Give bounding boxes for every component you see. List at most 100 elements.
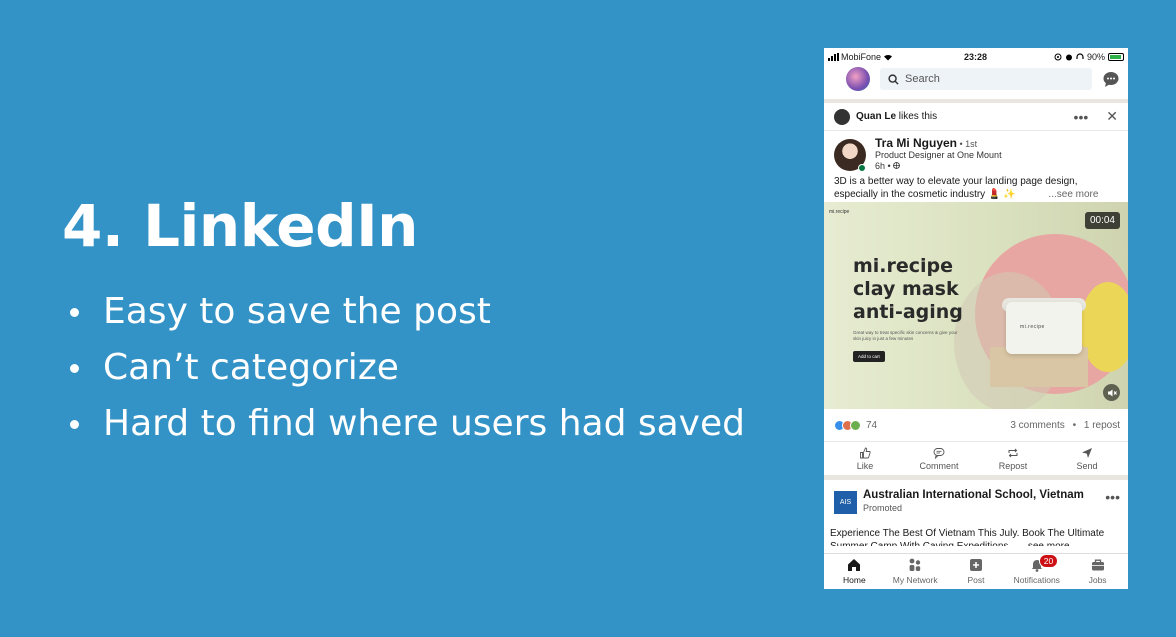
nav-notifications[interactable]: 20 Notifications [1007, 554, 1067, 585]
phone-screenshot: MobiFone 23:28 90% Search Quan Le likes … [824, 48, 1128, 589]
promo-text: Experience The Best Of Vietnam This July… [830, 528, 1105, 546]
location-icon [1054, 53, 1062, 60]
author-name[interactable]: Tra Mi Nguyen [875, 136, 957, 150]
ad-headline-line: mi.recipe [853, 255, 954, 277]
carrier-label: MobiFone [841, 51, 882, 62]
bullet-text: Easy to save the post [103, 291, 491, 332]
send-label: Send [1076, 460, 1098, 471]
send-button[interactable]: Send [1057, 447, 1117, 471]
status-bar: MobiFone 23:28 90% [824, 48, 1128, 65]
post-actions: Like Comment Repost Send [824, 441, 1128, 475]
briefcase-icon [1091, 559, 1104, 571]
nav-post[interactable]: Post [946, 557, 1006, 585]
search-input[interactable]: Search [880, 68, 1092, 90]
comment-label: Comment [919, 460, 959, 471]
author-headline: Product Designer at One Mount [875, 150, 1002, 160]
comments-count[interactable]: 3 comments [1010, 420, 1064, 431]
home-icon [848, 559, 861, 571]
repost-icon [1008, 448, 1018, 457]
bullet-list: Easy to save the post Can’t categorize H… [70, 290, 745, 458]
post-text: 3D is a better way to elevate your landi… [824, 176, 1128, 202]
author-avatar[interactable] [834, 139, 866, 172]
more-options-icon[interactable]: ••• [1105, 489, 1120, 518]
messaging-icon[interactable] [1102, 70, 1120, 88]
stats-right: 3 comments • 1 repost [1010, 420, 1120, 431]
globe-icon [893, 162, 901, 169]
bottom-nav: Home My Network Post 20 Notifications Jo… [824, 553, 1128, 589]
nav-jobs[interactable]: Jobs [1068, 557, 1128, 585]
slide-title: 4. LinkedIn [62, 192, 418, 260]
context-name[interactable]: Quan Le [856, 111, 896, 122]
reactions-count[interactable]: 74 [866, 420, 877, 431]
bullet-item: Easy to save the post [70, 290, 745, 346]
promo-info: Australian International School, Vietnam… [863, 489, 1084, 518]
reposts-count[interactable]: 1 repost [1084, 420, 1120, 431]
stats-separator: • [1072, 419, 1077, 431]
repost-label: Repost [998, 460, 1028, 471]
top-bar: Search [824, 65, 1128, 93]
search-placeholder: Search [905, 73, 940, 85]
post-stats: 74 3 comments • 1 repost [824, 409, 1128, 441]
video-brand: mi.recipe [829, 209, 850, 215]
battery-label: 90% [1086, 51, 1105, 62]
nav-label: Home [843, 575, 866, 585]
context-actions: ••• ✕ [1074, 108, 1118, 125]
promoted-label: Promoted [863, 503, 903, 513]
close-icon[interactable]: ✕ [1106, 108, 1118, 125]
ad-headline-line: clay mask [853, 278, 959, 300]
more-options-icon[interactable]: ••• [1074, 109, 1089, 125]
add-to-cart-button: Add to cart [853, 351, 885, 362]
nav-label: Post [967, 575, 985, 585]
nav-label: Notifications [1013, 575, 1060, 585]
celebrate-reaction-icon [850, 419, 861, 431]
see-more-link[interactable]: ...see more [1048, 189, 1098, 200]
bullet-item: Hard to find where users had saved [70, 402, 745, 458]
repost-button[interactable]: Repost [983, 447, 1043, 471]
context-action: likes this [896, 111, 938, 122]
send-icon [1082, 447, 1092, 458]
post-author: Tra Mi Nguyen • 1st Product Designer at … [824, 131, 1128, 175]
thumbs-up-icon [860, 447, 871, 458]
signal-icon [828, 52, 839, 61]
wifi-icon [884, 54, 893, 60]
online-status-icon [858, 164, 866, 172]
post-body: 3D is a better way to elevate your landi… [834, 176, 1078, 200]
ad-subtext: Great way to treat specific skin concern… [853, 330, 958, 341]
status-right: 90% [1054, 52, 1124, 62]
post-time: 6h • [875, 161, 1002, 172]
nav-label: Jobs [1088, 575, 1107, 585]
promoted-post-header: AIS Australian International School, Vie… [824, 480, 1128, 518]
post-video[interactable]: mi.recipe mi.recipe mi.recipe clay mask … [824, 202, 1128, 409]
notifications-badge: 20 [1038, 554, 1059, 568]
social-context: Quan Le likes this ••• ✕ [824, 103, 1128, 131]
reactions-icons[interactable] [834, 419, 861, 431]
author-name-line: Tra Mi Nguyen • 1st [875, 137, 1002, 150]
bullet-dot [70, 420, 79, 429]
promo-logo[interactable]: AIS [834, 491, 857, 514]
people-icon [909, 558, 921, 571]
ad-headline-line: anti-aging [853, 301, 963, 323]
status-left: MobiFone [828, 52, 893, 62]
video-duration: 00:04 [1084, 212, 1120, 229]
comment-button[interactable]: Comment [909, 447, 969, 471]
status-time: 23:28 [964, 51, 988, 62]
bullet-text: Can’t categorize [103, 347, 399, 388]
bullet-dot [70, 364, 79, 373]
search-icon [888, 73, 899, 85]
like-label: Like [856, 460, 874, 471]
time-ago: 6h • [875, 161, 891, 171]
connection-degree: • 1st [957, 139, 978, 149]
like-button[interactable]: Like [835, 447, 895, 471]
bullet-dot [70, 308, 79, 317]
nav-home[interactable]: Home [824, 557, 884, 585]
profile-avatar[interactable] [846, 67, 870, 91]
mute-icon[interactable] [1103, 384, 1120, 401]
promo-name[interactable]: Australian International School, Vietnam [863, 489, 1084, 501]
bullet-text: Hard to find where users had saved [103, 403, 745, 444]
alarm-icon [1065, 54, 1072, 60]
ad-headline: mi.recipe clay mask anti-aging [853, 255, 963, 324]
context-avatar[interactable] [834, 108, 850, 125]
nav-my-network[interactable]: My Network [885, 557, 945, 585]
nav-label: My Network [892, 575, 938, 585]
plus-square-icon [969, 559, 982, 571]
